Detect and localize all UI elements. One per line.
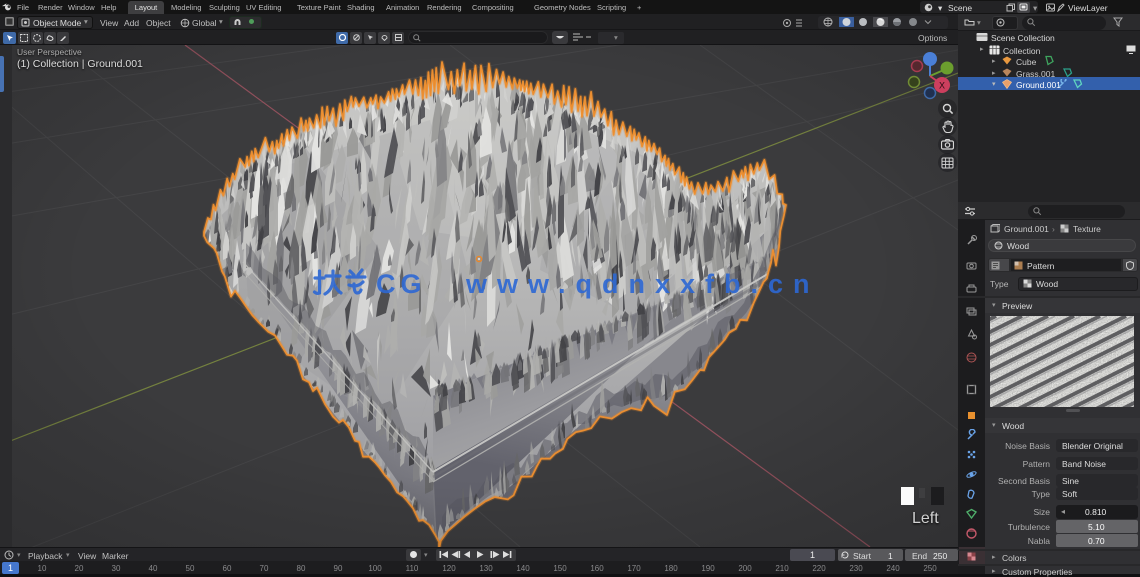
- svg-text:CG: CG: [376, 269, 427, 299]
- svg-text:X: X: [939, 81, 945, 91]
